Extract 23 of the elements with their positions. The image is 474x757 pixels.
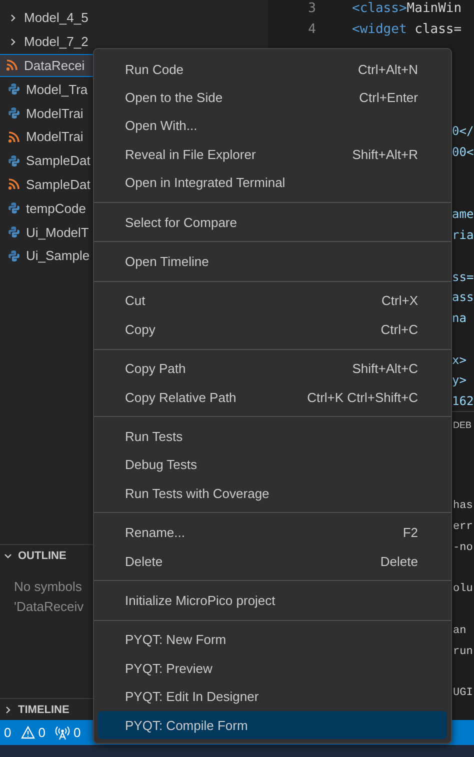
code-fragment: 00< [452,145,474,160]
code-fragment: ass [452,290,474,304]
code-fragment: 162 [452,394,474,408]
terminal-fragment: -no [453,542,473,554]
code-line: <class>MainWin [352,1,462,16]
terminal-fragment: run [453,646,473,658]
outline-message: 'DataReceiv [14,598,84,616]
code-fragment: ss= [452,270,474,284]
code-fragment: 0</ [452,124,474,138]
code-fragment: ria [452,228,474,242]
line-number: 3 [307,1,316,16]
code-fragment: x> [452,352,466,367]
code-fragment: y> [452,373,466,388]
terminal-fragment: UGI [453,687,473,700]
terminal-fragment: err [453,521,473,534]
line-number: 4 [307,22,316,37]
terminal-fragment: an [453,624,466,637]
code-fragment: na [452,311,466,326]
outline-message: No symbols [14,578,82,596]
terminal-fragment: olu [453,583,473,596]
code-line: <widget class= [352,22,462,37]
terminal-fragment: has [453,500,473,512]
code-fragment: ame [452,207,474,222]
